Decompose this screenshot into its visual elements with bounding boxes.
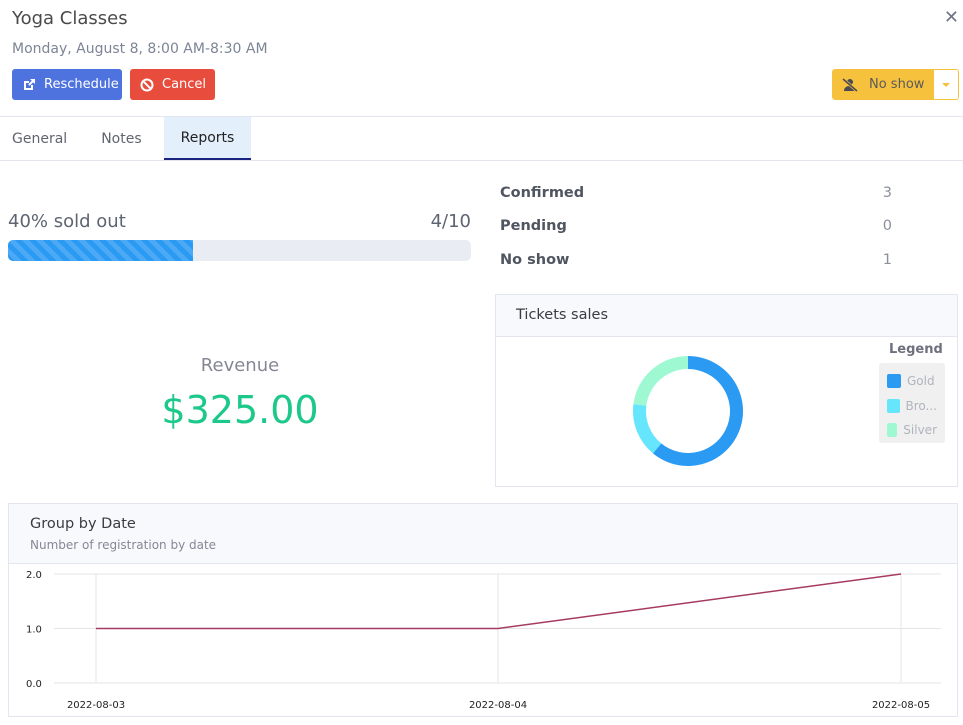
- y-tick-label: 1.0: [26, 625, 42, 636]
- stat-value: 3: [882, 185, 892, 201]
- group-by-date-subtitle: Number of registration by date: [30, 538, 217, 552]
- legend-label: Silver: [903, 423, 937, 438]
- legend-swatch: [887, 423, 898, 438]
- event-title: Yoga Classes: [12, 8, 128, 29]
- tab-reports[interactable]: Reports: [163, 117, 252, 160]
- divider: [0, 160, 963, 161]
- sold-count: 4/10: [430, 211, 471, 232]
- group-by-date-title: Group by Date: [30, 516, 136, 532]
- tickets-donut-chart: [633, 356, 743, 466]
- donut-slice-silver[interactable]: [633, 356, 688, 406]
- capacity-progress-fill: [8, 240, 194, 261]
- tab-notes[interactable]: Notes: [79, 117, 163, 160]
- legend-label: Gold: [907, 374, 935, 389]
- legend-swatch: [887, 374, 901, 389]
- tickets-sales-title: Tickets sales: [496, 295, 957, 337]
- legend-item-bronze[interactable]: Bro...: [887, 394, 937, 419]
- group-by-date-card: Group by Date Number of registration by …: [8, 503, 958, 717]
- stat-no-show: No show 1: [500, 252, 892, 268]
- group-by-date-header: Group by Date Number of registration by …: [9, 504, 957, 564]
- cancel-label: Cancel: [162, 77, 207, 92]
- stat-value: 0: [882, 218, 892, 234]
- stat-label: Pending: [500, 218, 567, 234]
- reschedule-button[interactable]: Reschedule: [12, 69, 122, 100]
- no-show-dropdown-toggle[interactable]: [934, 70, 958, 99]
- stat-value: 1: [882, 252, 892, 268]
- donut-slice-bronze[interactable]: [633, 404, 662, 454]
- no-show-split-button: No show: [832, 69, 959, 100]
- capacity-progress-bar: [8, 240, 471, 261]
- tickets-sales-card: Tickets sales Legend Gold Bro... Silver: [495, 294, 958, 487]
- x-tick-label: 2022-08-04: [469, 700, 527, 711]
- sold-out-percent: 40% sold out: [8, 211, 126, 232]
- legend-title: Legend: [889, 342, 943, 357]
- x-tick-label: 2022-08-03: [67, 700, 125, 711]
- y-tick-label: 2.0: [26, 570, 42, 581]
- cancel-button[interactable]: Cancel: [130, 69, 215, 100]
- reschedule-label: Reschedule: [44, 77, 119, 92]
- registrations-line-chart: 0.0 1.0 2.0 2022-08-03 2022-08-04 2022-08-05: [26, 570, 941, 711]
- legend-swatch: [887, 398, 900, 413]
- legend-label: Bro...: [905, 398, 937, 413]
- stat-label: No show: [500, 252, 570, 268]
- caret-down-icon: [942, 82, 950, 87]
- user-slash-icon: [841, 77, 859, 92]
- tab-bar: General Notes Reports: [0, 117, 252, 160]
- stat-label: Confirmed: [500, 185, 585, 201]
- stat-pending: Pending 0: [500, 218, 892, 234]
- x-tick-label: 2022-08-05: [872, 700, 930, 711]
- revenue-value: $325.00: [161, 388, 319, 432]
- event-datetime: Monday, August 8, 8:00 AM-8:30 AM: [12, 41, 268, 57]
- stat-confirmed: Confirmed 3: [500, 185, 892, 201]
- ban-icon: [140, 78, 154, 92]
- y-tick-label: 0.0: [26, 679, 42, 690]
- legend: Gold Bro... Silver: [879, 363, 945, 443]
- legend-item-silver[interactable]: Silver: [887, 418, 937, 443]
- revenue-label: Revenue: [200, 355, 280, 376]
- no-show-button[interactable]: No show: [833, 70, 934, 99]
- tab-general[interactable]: General: [0, 117, 79, 160]
- external-link-icon: [22, 78, 36, 92]
- legend-item-gold[interactable]: Gold: [887, 369, 937, 394]
- close-icon[interactable]: ✕: [944, 7, 959, 28]
- no-show-label: No show: [869, 77, 925, 92]
